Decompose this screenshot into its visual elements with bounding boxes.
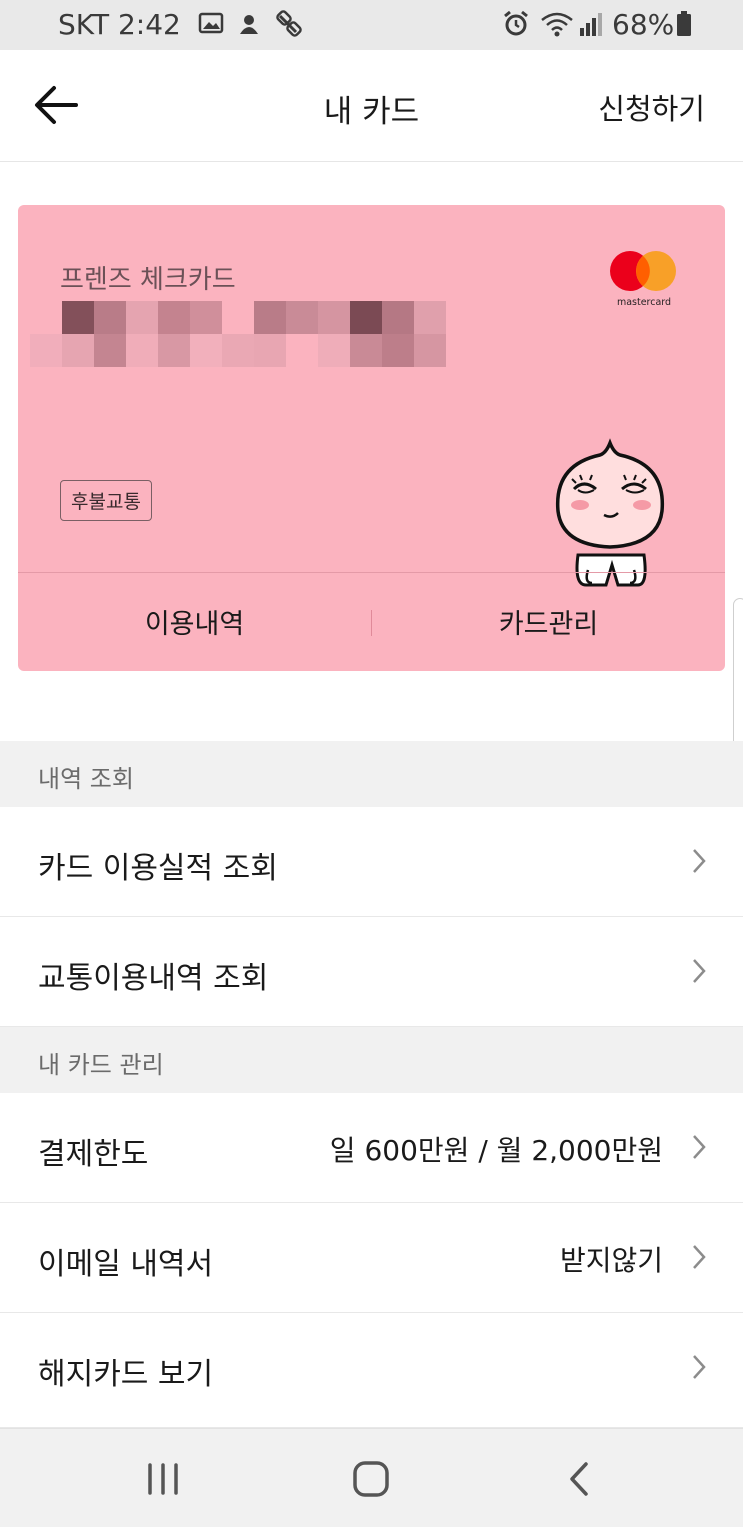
chevron-right-icon bbox=[693, 959, 706, 983]
tab-usage-history[interactable]: 이용내역 bbox=[18, 572, 371, 671]
payment-limit-value: 일 600만원 / 월 2,000만원 bbox=[329, 1134, 663, 1167]
home-icon[interactable] bbox=[351, 1459, 391, 1499]
menu-label: 카드 이용실적 조회 bbox=[38, 851, 278, 886]
menu-label: 해지카드 보기 bbox=[38, 1357, 214, 1392]
chevron-right-icon bbox=[693, 1245, 706, 1269]
email-statement-value: 받지않기 bbox=[559, 1244, 663, 1277]
section-header-card-management: 내 카드 관리 bbox=[0, 1027, 743, 1093]
app-icon-2 bbox=[276, 10, 302, 37]
chevron-right-icon bbox=[693, 849, 706, 873]
menu-label: 교통이용내역 조회 bbox=[38, 961, 269, 996]
apeach-character bbox=[555, 438, 665, 587]
menu-label: 이메일 내역서 bbox=[38, 1247, 214, 1282]
battery-level: 68% bbox=[612, 8, 675, 41]
battery-icon bbox=[677, 11, 691, 36]
tab-card-management[interactable]: 카드관리 bbox=[372, 572, 725, 671]
carrier-time: SKT 2:42 bbox=[58, 8, 181, 41]
image-icon bbox=[198, 12, 224, 34]
recent-apps-icon[interactable] bbox=[143, 1459, 183, 1499]
menu-cancelled-cards[interactable]: 해지카드 보기 bbox=[0, 1313, 743, 1428]
back-icon[interactable] bbox=[560, 1459, 600, 1499]
card-area: 프렌즈 체크카드 mastercard 후불교통 이용내역 카드관리 bbox=[0, 163, 743, 741]
chevron-right-icon bbox=[693, 1135, 706, 1159]
section-title: 내역 조회 bbox=[38, 765, 134, 793]
card-number-masked bbox=[30, 301, 450, 367]
app-icon bbox=[240, 15, 258, 34]
svg-text:mastercard: mastercard bbox=[617, 297, 671, 308]
chevron-right-icon bbox=[693, 1355, 706, 1379]
section-header-history: 내역 조회 bbox=[0, 741, 743, 807]
wifi-icon bbox=[541, 12, 573, 37]
section-title: 내 카드 관리 bbox=[38, 1051, 164, 1079]
system-nav-bar bbox=[0, 1428, 743, 1527]
menu-label: 결제한도 bbox=[38, 1137, 149, 1172]
app-header: 내 카드 신청하기 bbox=[0, 50, 743, 162]
menu-card-performance[interactable]: 카드 이용실적 조회 bbox=[0, 807, 743, 917]
mastercard-logo: mastercard bbox=[610, 251, 676, 308]
status-bar: SKT 2:42 68% bbox=[0, 0, 743, 50]
check-card[interactable]: 프렌즈 체크카드 mastercard 후불교통 이용내역 카드관리 bbox=[18, 205, 725, 671]
apply-button[interactable]: 신청하기 bbox=[598, 86, 705, 128]
transit-badge: 후불교통 bbox=[60, 480, 152, 521]
card-name: 프렌즈 체크카드 bbox=[60, 265, 236, 295]
menu-payment-limit[interactable]: 결제한도 일 600만원 / 월 2,000만원 bbox=[0, 1093, 743, 1203]
alarm-icon bbox=[504, 10, 528, 36]
menu-transit-history[interactable]: 교통이용내역 조회 bbox=[0, 917, 743, 1027]
signal-icon bbox=[580, 13, 602, 36]
menu-email-statement[interactable]: 이메일 내역서 받지않기 bbox=[0, 1203, 743, 1313]
